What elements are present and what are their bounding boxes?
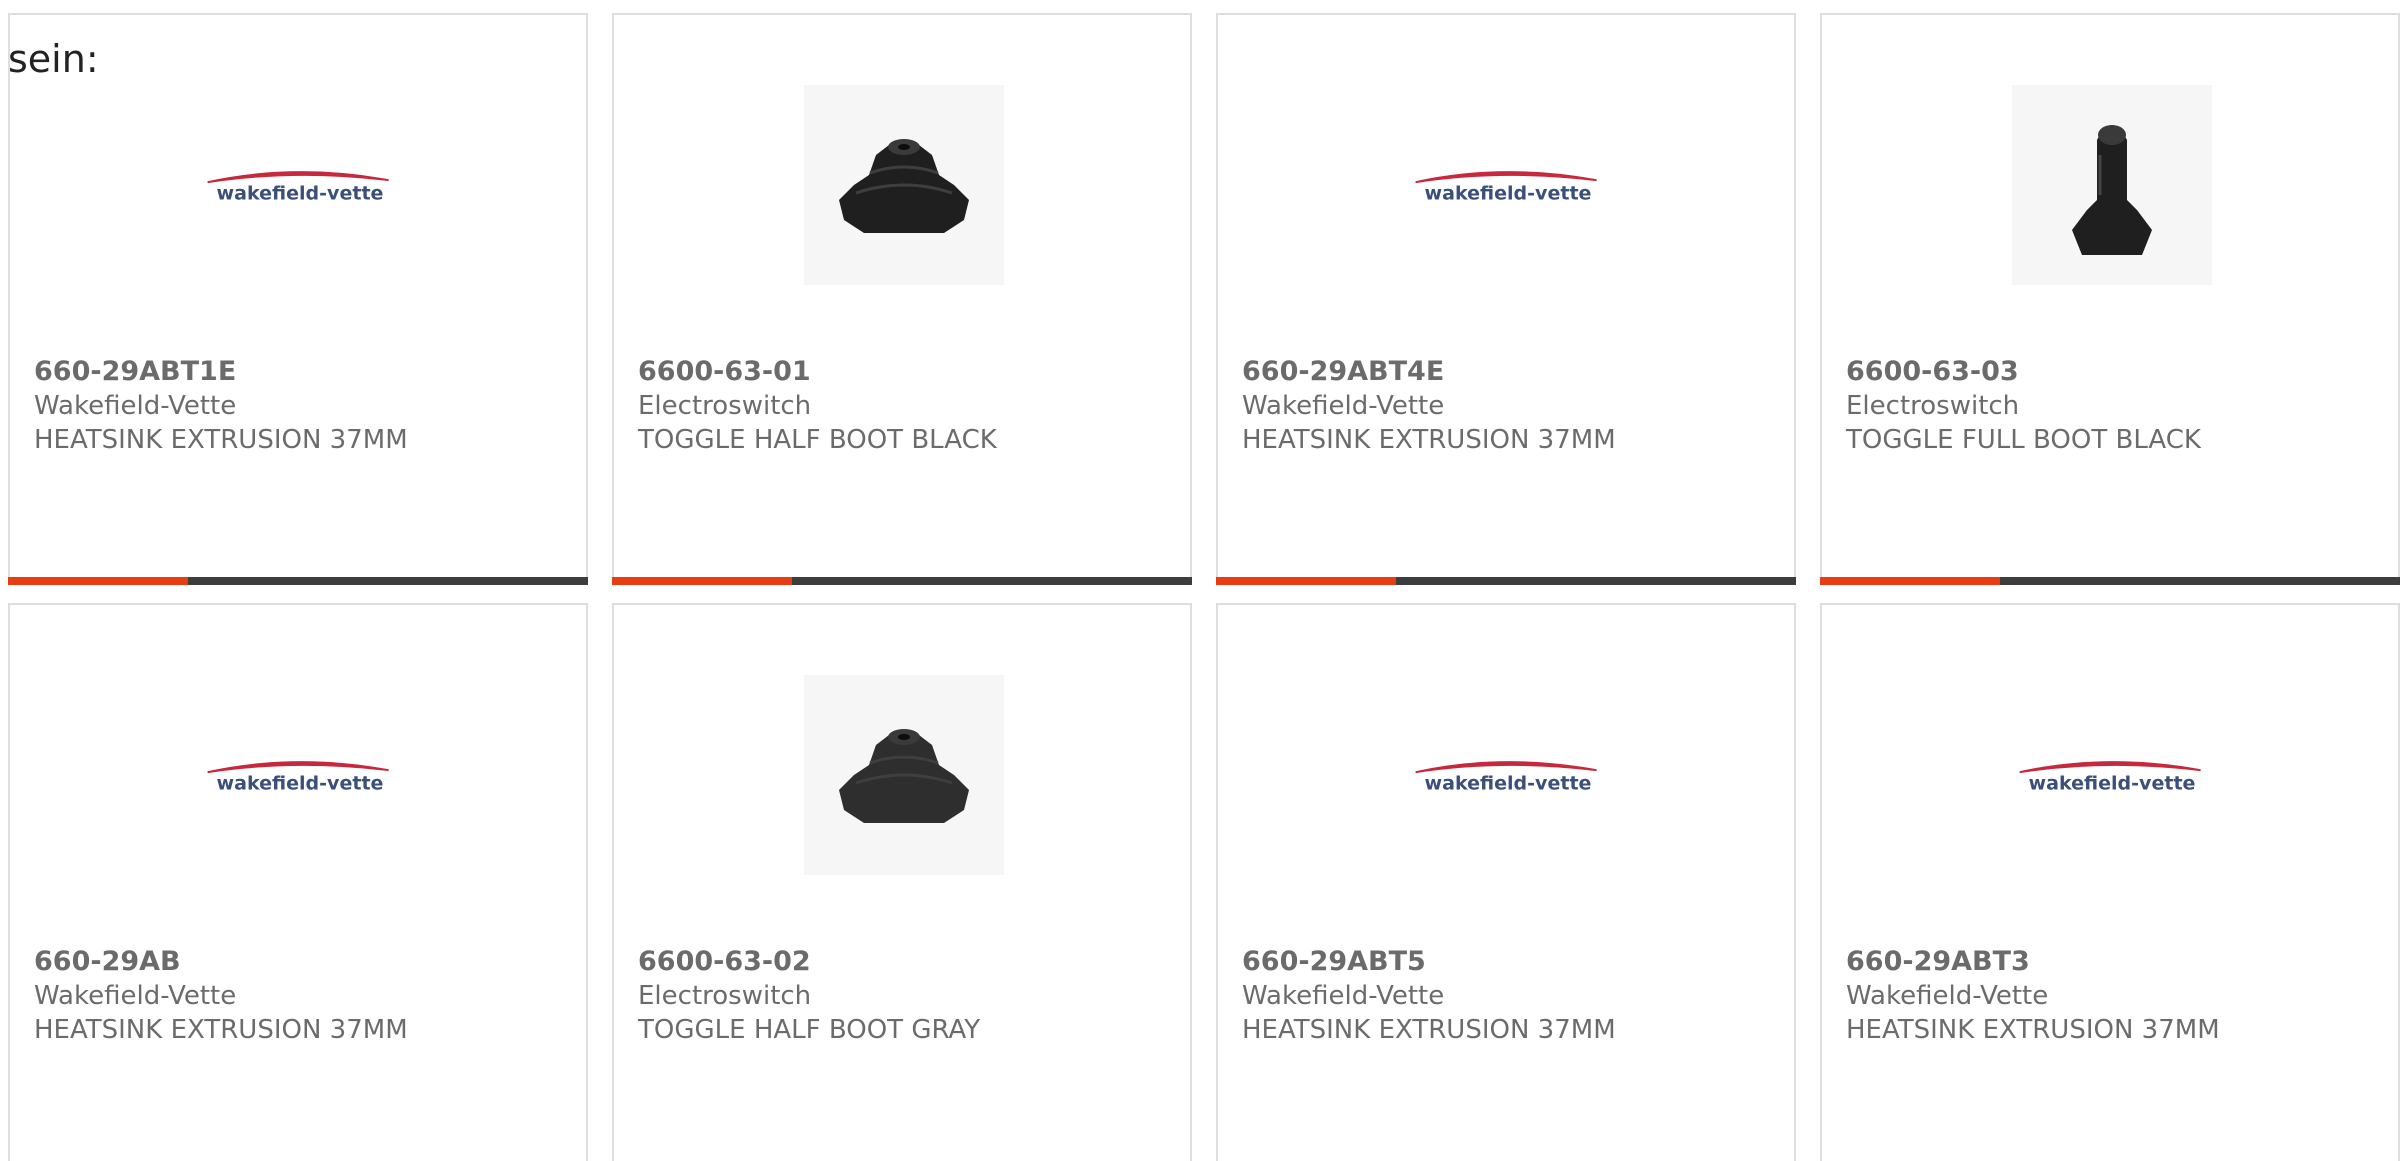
product-card[interactable]: wakefield-vette 660-29AB Wakefield-Vette HE…	[8, 603, 588, 1161]
logo-text: wakefield-vette	[217, 772, 384, 794]
product-card[interactable]: wakefield-vette 660-29ABT3 Wakefield-Vette…	[1820, 603, 2400, 1161]
manufacturer-name: Wakefield-Vette	[34, 391, 237, 421]
product-image[interactable]: wakefield-vette	[200, 85, 400, 285]
manufacturer-name: Electroswitch	[638, 981, 812, 1011]
product-card[interactable]: 6600-63-02 Electroswitch TOGGLE HALF BOOT …	[612, 603, 1192, 1161]
product-description: TOGGLE HALF BOOT BLACK	[638, 425, 997, 455]
product-description: TOGGLE FULL BOOT BLACK	[1846, 425, 2201, 455]
wakefield-vette-logo: wakefield-vette	[207, 761, 389, 794]
product-description: HEATSINK EXTRUSION 37MM	[34, 1015, 408, 1045]
part-number-link[interactable]: 660-29ABT1E	[34, 355, 566, 389]
card-progress-fill	[1216, 577, 1396, 585]
stray-text: sein:	[8, 37, 99, 81]
manufacturer-name: Wakefield-Vette	[1846, 981, 2049, 1011]
product-image[interactable]: wakefield-vette	[2012, 675, 2212, 875]
toggle-full-boot-black-image	[2072, 125, 2152, 255]
part-number-link[interactable]: 660-29ABT4E	[1242, 355, 1774, 389]
toggle-half-boot-black-image	[839, 139, 969, 233]
product-card[interactable]: 6600-63-03 Electroswitch TOGGLE FULL BOOT …	[1820, 13, 2400, 585]
product-image[interactable]: wakefield-vette	[1408, 85, 1608, 285]
product-description: TOGGLE HALF BOOT GRAY	[638, 1015, 981, 1045]
product-grid: wakefield-vette 660-29ABT1E Wakefield-Vett…	[8, 13, 2400, 1161]
product-image[interactable]	[804, 675, 1004, 875]
product-info: 660-29ABT3 Wakefield-Vette HEATSINK EXTRUS…	[1846, 945, 2378, 1047]
product-info: 6600-63-03 Electroswitch TOGGLE FULL BOOT …	[1846, 355, 2378, 457]
manufacturer-name: Electroswitch	[638, 391, 812, 421]
card-progress-bar	[8, 577, 588, 585]
product-info: 660-29ABT5 Wakefield-Vette HEATSINK EXTRUS…	[1242, 945, 1774, 1047]
product-description: HEATSINK EXTRUSION 37MM	[1242, 425, 1616, 455]
card-progress-bar	[1216, 577, 1796, 585]
product-description: HEATSINK EXTRUSION 37MM	[1846, 1015, 2220, 1045]
product-image[interactable]	[2012, 85, 2212, 285]
part-number-link[interactable]: 6600-63-02	[638, 945, 1170, 979]
part-number-link[interactable]: 660-29ABT3	[1846, 945, 2378, 979]
manufacturer-name: Wakefield-Vette	[34, 981, 237, 1011]
product-image[interactable]: wakefield-vette	[1408, 675, 1608, 875]
wakefield-vette-logo: wakefield-vette	[1415, 171, 1597, 204]
manufacturer-name: Wakefield-Vette	[1242, 981, 1445, 1011]
card-progress-fill	[8, 577, 188, 585]
product-info: 660-29ABT4E Wakefield-Vette HEATSINK EXTRU…	[1242, 355, 1774, 457]
card-progress-fill	[612, 577, 792, 585]
logo-text: wakefield-vette	[1425, 772, 1592, 794]
logo-text: wakefield-vette	[1425, 182, 1592, 204]
manufacturer-name: Electroswitch	[1846, 391, 2020, 421]
wakefield-vette-logo: wakefield-vette	[207, 171, 389, 204]
product-info: 660-29AB Wakefield-Vette HEATSINK EXTRUSIO…	[34, 945, 566, 1047]
product-info: 660-29ABT1E Wakefield-Vette HEATSINK EXTRU…	[34, 355, 566, 457]
product-info: 6600-63-02 Electroswitch TOGGLE HALF BOOT …	[638, 945, 1170, 1047]
wakefield-vette-logo: wakefield-vette	[2019, 761, 2201, 794]
manufacturer-name: Wakefield-Vette	[1242, 391, 1445, 421]
wakefield-vette-logo: wakefield-vette	[1415, 761, 1597, 794]
product-info: 6600-63-01 Electroswitch TOGGLE HALF BOOT …	[638, 355, 1170, 457]
part-number-link[interactable]: 6600-63-01	[638, 355, 1170, 389]
product-grid-page: sein: wakefield-vette 660-29ABT1E Wakefiel…	[0, 0, 2400, 1161]
toggle-half-boot-gray-image	[839, 729, 969, 823]
part-number-link[interactable]: 6600-63-03	[1846, 355, 2378, 389]
product-card[interactable]: 6600-63-01 Electroswitch TOGGLE HALF BOOT …	[612, 13, 1192, 585]
product-image[interactable]	[804, 85, 1004, 285]
part-number-link[interactable]: 660-29ABT5	[1242, 945, 1774, 979]
product-card[interactable]: wakefield-vette 660-29ABT1E Wakefield-Vett…	[8, 13, 588, 585]
product-card[interactable]: wakefield-vette 660-29ABT5 Wakefield-Vette…	[1216, 603, 1796, 1161]
card-progress-bar	[1820, 577, 2400, 585]
product-description: HEATSINK EXTRUSION 37MM	[1242, 1015, 1616, 1045]
logo-text: wakefield-vette	[217, 182, 384, 204]
part-number-link[interactable]: 660-29AB	[34, 945, 566, 979]
card-progress-bar	[612, 577, 1192, 585]
logo-text: wakefield-vette	[2029, 772, 2196, 794]
card-progress-fill	[1820, 577, 2000, 585]
product-card[interactable]: wakefield-vette 660-29ABT4E Wakefield-Vett…	[1216, 13, 1796, 585]
product-description: HEATSINK EXTRUSION 37MM	[34, 425, 408, 455]
product-image[interactable]: wakefield-vette	[200, 675, 400, 875]
